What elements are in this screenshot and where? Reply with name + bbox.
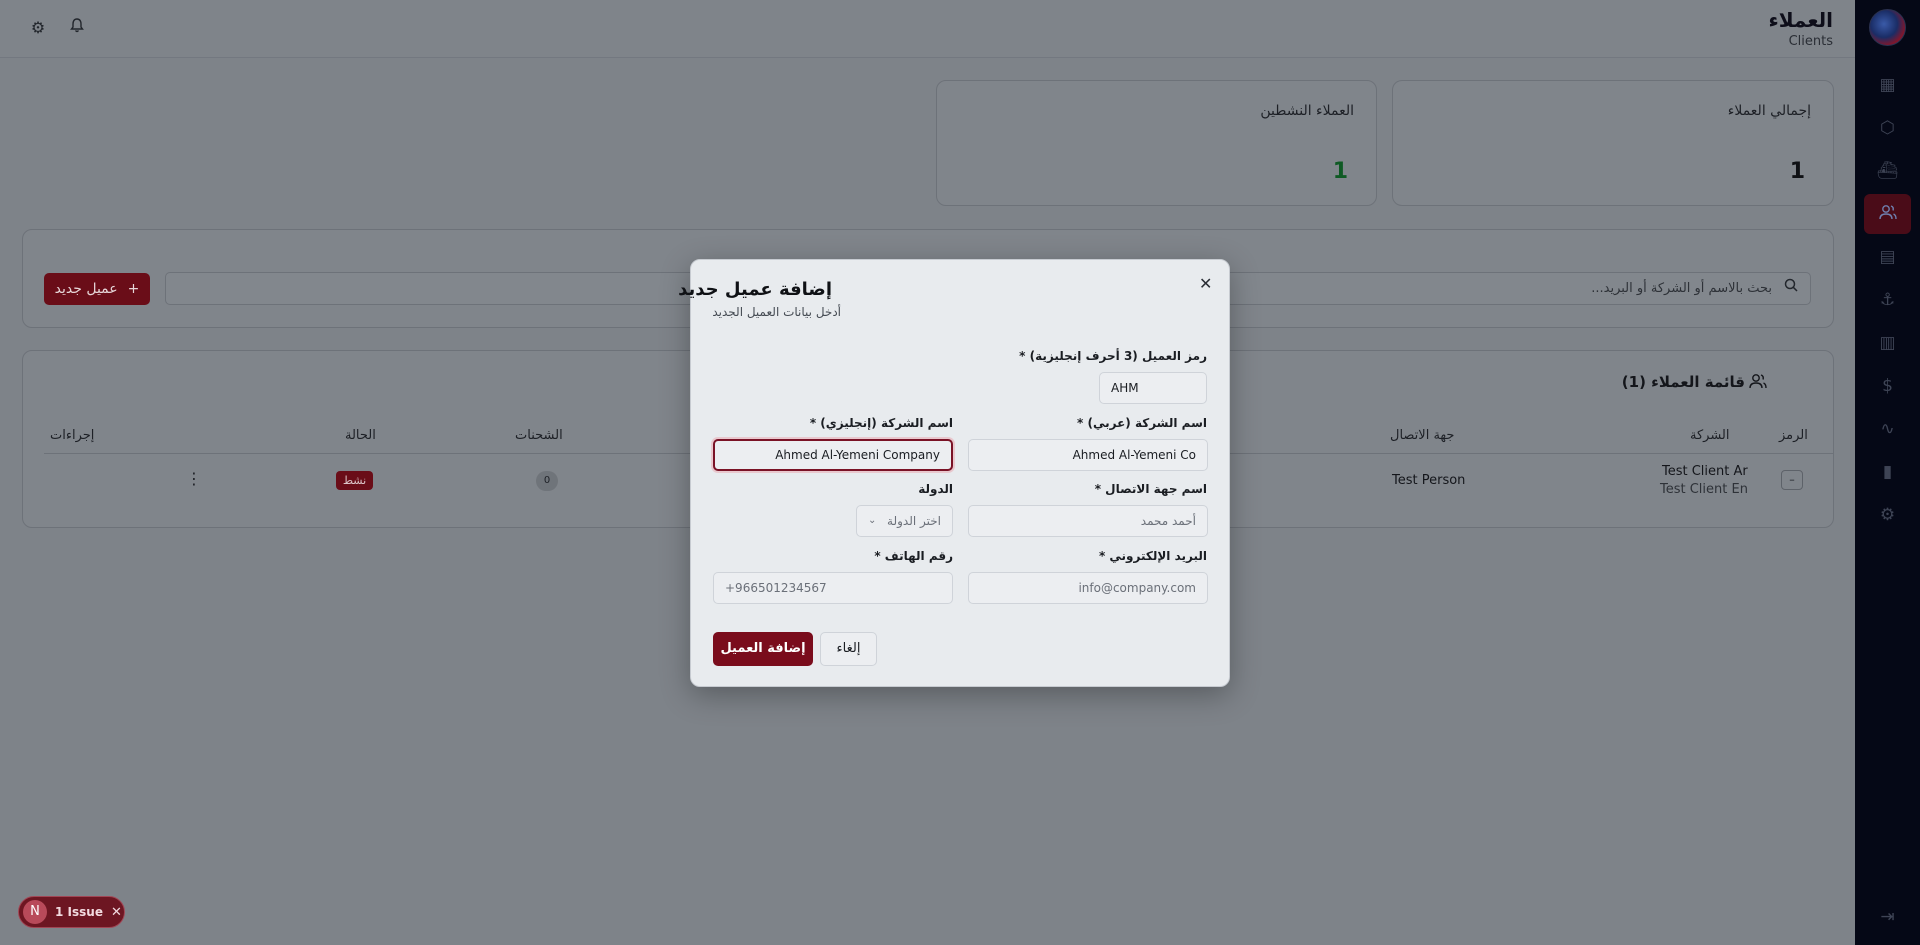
sidebar-item-clients[interactable]: [1864, 194, 1911, 234]
search-icon: [1784, 273, 1798, 304]
stat-card-active: العملاء النشطين 1: [936, 80, 1377, 206]
plus-icon: +: [127, 281, 140, 297]
more-vertical-icon[interactable]: ⋮: [186, 469, 202, 488]
app-logo[interactable]: [1869, 9, 1906, 46]
stat-value: 1: [1789, 159, 1805, 184]
cancel-button[interactable]: إلغاء: [820, 632, 877, 666]
stat-label: العملاء النشطين: [1260, 103, 1354, 119]
users-icon-svg: [1878, 204, 1897, 219]
anchor-icon: ⚓: [1879, 290, 1896, 310]
column-actions: إجراءات: [50, 428, 95, 443]
country-placeholder: اختر الدولة: [887, 514, 941, 528]
code-label: رمز العميل (3 أحرف إنجليزية) *: [1019, 349, 1207, 363]
sidebar-item-documents[interactable]: ▤: [1864, 237, 1911, 277]
logout-icon: ⇥: [1880, 907, 1895, 927]
sidebar-item-companies[interactable]: ▥: [1864, 323, 1911, 363]
country-select[interactable]: اختر الدولة ⌄: [856, 505, 953, 537]
company-name-ar-label: اسم الشركة (عربي) *: [1077, 416, 1207, 430]
stat-value: 1: [1332, 159, 1348, 184]
activity-icon: ∿: [1880, 419, 1895, 439]
issue-indicator[interactable]: N 1 Issue ✕: [18, 896, 125, 928]
ship-icon: ⛴: [1876, 161, 1899, 181]
sidebar-item-dashboard[interactable]: ▦: [1864, 65, 1911, 105]
add-client-button[interactable]: إضافة العميل: [713, 632, 813, 666]
phone-input[interactable]: +966501234567: [713, 572, 953, 604]
company-name-en-input[interactable]: Ahmed Al-Yemeni Company: [713, 439, 953, 471]
sidebar-item-logout[interactable]: ⇥: [1864, 897, 1911, 937]
app-window: ⚙ العملاء Clients إجمالي العملاء 1 العمل…: [0, 0, 1920, 945]
sidebar-item-finance[interactable]: $: [1864, 366, 1911, 406]
stat-label: إجمالي العملاء: [1727, 103, 1811, 119]
search-placeholder: بحث بالاسم أو الشركة أو البريد...: [1591, 281, 1772, 296]
country-label: الدولة: [918, 482, 953, 496]
dollar-icon: $: [1882, 376, 1893, 396]
page-title-ar: العملاء: [1768, 8, 1833, 32]
client-code: –: [1781, 470, 1803, 490]
contact-name-input[interactable]: أحمد محمد: [968, 505, 1208, 537]
dialog-title: إضافة عميل جديد: [678, 279, 832, 300]
box-icon: ⬡: [1880, 118, 1895, 138]
stat-card-total: إجمالي العملاء 1: [1392, 80, 1834, 206]
clients-list-title: قائمة العملاء (1): [1621, 373, 1745, 391]
dialog-subtitle: أدخل بيانات العميل الجديد: [712, 305, 841, 319]
column-contact[interactable]: جهة الاتصال: [1390, 428, 1454, 443]
issue-label: 1 Issue: [55, 905, 103, 919]
company-name-en-label: اسم الشركة (إنجليزي) *: [809, 416, 953, 430]
company-name-ar-input[interactable]: Ahmed Al-Yemeni Co: [968, 439, 1208, 471]
phone-label: رقم الهاتف *: [874, 549, 953, 563]
client-contact: Test Person: [1392, 473, 1466, 488]
client-company-en: Test Client En: [1660, 482, 1748, 497]
gear-icon: ⚙: [1879, 505, 1896, 525]
client-company-ar: Test Client Ar: [1662, 464, 1748, 479]
bar-chart-icon: ▮: [1882, 462, 1893, 482]
status-badge: نشط: [336, 471, 373, 490]
column-shipments[interactable]: الشحنات: [515, 428, 563, 443]
email-input[interactable]: info@company.com: [968, 572, 1208, 604]
grid-icon: ▦: [1879, 75, 1896, 95]
page-title-en: Clients: [1788, 34, 1833, 49]
add-client-dialog: ✕ إضافة عميل جديد أدخل بيانات العميل الج…: [678, 259, 1230, 687]
contact-name-label: اسم جهة الاتصال *: [1094, 482, 1207, 496]
sidebar-item-ships[interactable]: ⛴: [1864, 151, 1911, 191]
email-label: البريد الإلكتروني *: [1098, 549, 1207, 563]
sidebar-item-packages[interactable]: ⬡: [1864, 108, 1911, 148]
new-client-label: عميل جديد: [54, 281, 118, 297]
column-status[interactable]: الحالة: [345, 428, 376, 443]
top-bar: ⚙ العملاء Clients: [0, 0, 1855, 58]
close-icon[interactable]: ✕: [1199, 274, 1212, 293]
client-shipments: 0: [536, 471, 558, 491]
building-icon: ▥: [1879, 333, 1896, 353]
users-icon: [1749, 373, 1767, 393]
column-company[interactable]: الشركة: [1690, 428, 1730, 443]
client-code-input[interactable]: AHM: [1099, 372, 1207, 404]
page-title: العملاء Clients: [1769, 8, 1833, 49]
close-icon[interactable]: ✕: [111, 905, 122, 920]
gear-icon[interactable]: ⚙: [28, 18, 48, 38]
bell-icon[interactable]: [67, 18, 87, 38]
users-icon: [1878, 204, 1897, 225]
sidebar-item-reports[interactable]: ▮: [1864, 452, 1911, 492]
sidebar-item-activity[interactable]: ∿: [1864, 409, 1911, 449]
sidebar-item-ports[interactable]: ⚓: [1864, 280, 1911, 320]
document-icon: ▤: [1879, 247, 1896, 267]
chevron-down-icon: ⌄: [868, 515, 877, 526]
users-icon-svg: [1749, 374, 1767, 389]
bell-icon-svg: [70, 18, 84, 33]
new-client-button[interactable]: + عميل جديد: [44, 273, 150, 305]
search-icon-svg: [1784, 278, 1798, 292]
sidebar-item-settings[interactable]: ⚙: [1864, 495, 1911, 535]
column-code[interactable]: الرمز: [1779, 428, 1808, 443]
next-logo-icon: N: [23, 900, 47, 924]
